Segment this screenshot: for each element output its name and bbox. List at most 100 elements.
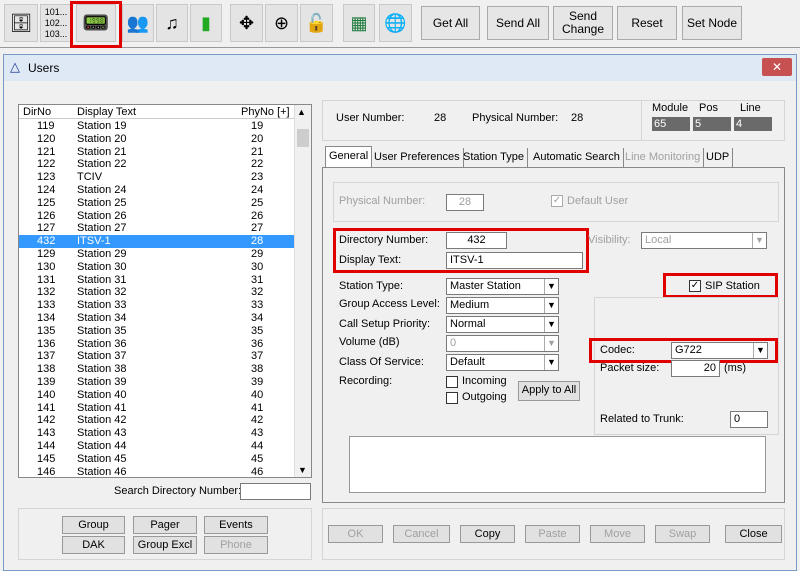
pager-device-icon[interactable]: ▮ xyxy=(190,4,222,42)
list-item[interactable]: 145 Station 45 45 xyxy=(19,453,295,466)
list-item[interactable]: 144 Station 44 44 xyxy=(19,440,295,453)
get-all-button[interactable]: Get All xyxy=(421,6,480,40)
phyno-cell: 44 xyxy=(251,440,264,452)
list-item[interactable]: 123 TCIV 23 xyxy=(19,171,295,184)
user-list[interactable]: DirNo Display Text PhyNo [+] 119 Station … xyxy=(18,104,312,478)
dirno-cell: 121 xyxy=(37,145,56,158)
station-type-select[interactable]: Master Station ▼ xyxy=(446,278,559,295)
scroll-thumb[interactable] xyxy=(297,129,309,147)
list-item[interactable]: 134 Station 34 34 xyxy=(19,312,295,325)
list-item[interactable]: 141 Station 41 41 xyxy=(19,402,295,415)
tab-user-preferences[interactable]: User Preferences xyxy=(371,148,464,167)
scrollbar[interactable]: ▲ ▼ xyxy=(294,105,311,477)
pager-button[interactable]: Pager xyxy=(133,516,197,534)
set-node-button[interactable]: Set Node xyxy=(682,6,742,40)
swap-button[interactable]: Swap xyxy=(655,525,710,543)
lock-icon[interactable]: 🔓 xyxy=(300,4,333,42)
list-item[interactable]: 142 Station 42 42 xyxy=(19,414,295,427)
list-item[interactable]: 133 Station 33 33 xyxy=(19,299,295,312)
list-item[interactable]: 127 Station 27 27 xyxy=(19,222,295,235)
sip-highlight xyxy=(663,273,778,298)
scroll-up-icon[interactable]: ▲ xyxy=(297,107,306,117)
list-item[interactable]: 119 Station 19 19 xyxy=(19,120,295,133)
group-excl-button[interactable]: Group Excl xyxy=(133,536,197,554)
close-icon[interactable]: ✕ xyxy=(762,58,792,76)
server-icon[interactable]: 🗄 xyxy=(4,4,38,42)
call-setup-select[interactable]: Normal ▼ xyxy=(446,316,559,333)
list-item[interactable]: 132 Station 32 32 xyxy=(19,286,295,299)
send-change-button[interactable]: Send Change xyxy=(553,6,613,40)
list-item[interactable]: 126 Station 26 26 xyxy=(19,210,295,223)
phyno-cell: 25 xyxy=(251,196,264,209)
paste-button[interactable]: Paste xyxy=(525,525,580,543)
group-access-select[interactable]: Medium ▼ xyxy=(446,297,559,314)
dirno-cell: 132 xyxy=(37,286,56,299)
list-item[interactable]: 136 Station 36 36 xyxy=(19,338,295,351)
list-item[interactable]: 137 Station 37 37 xyxy=(19,350,295,363)
list-item[interactable]: 125 Station 25 25 xyxy=(19,197,295,210)
list-item[interactable]: 432 ITSV-1 28 xyxy=(19,235,295,249)
ok-button[interactable]: OK xyxy=(328,525,383,543)
move-button[interactable]: Move xyxy=(590,525,645,543)
apply-to-all-button[interactable]: Apply to All xyxy=(518,381,580,401)
dirno-cell: 122 xyxy=(37,158,56,171)
number-list-icon[interactable]: 101... 102... 103... xyxy=(40,4,72,42)
volume-select[interactable]: 0 ▼ xyxy=(446,335,559,352)
list-item[interactable]: 138 Station 38 38 xyxy=(19,363,295,376)
list-item[interactable]: 124 Station 24 24 xyxy=(19,184,295,197)
packet-size-input[interactable]: 20 xyxy=(671,360,720,377)
excel-icon[interactable]: ▦ xyxy=(343,4,375,42)
list-item[interactable]: 130 Station 30 30 xyxy=(19,261,295,274)
pos-label: Pos xyxy=(699,102,718,114)
music-icon[interactable]: ♫ xyxy=(156,4,188,42)
phone-button[interactable]: Phone xyxy=(204,536,268,554)
list-item[interactable]: 146 Station 46 46 xyxy=(19,466,295,477)
tab-station-type[interactable]: Station Type xyxy=(460,148,528,167)
search-directory-input[interactable] xyxy=(240,483,311,500)
list-item[interactable]: 122 Station 22 22 xyxy=(19,158,295,171)
outgoing-checkbox[interactable] xyxy=(446,392,458,404)
group-icon[interactable]: 👥 xyxy=(122,4,154,42)
group-button[interactable]: Group xyxy=(62,516,125,534)
display-text-cell: Station 43 xyxy=(77,427,127,440)
tab-udp[interactable]: UDP xyxy=(703,148,734,167)
tab-line-monitoring[interactable]: Line Monitoring xyxy=(622,148,705,167)
notes-textarea[interactable] xyxy=(349,436,766,493)
cos-select[interactable]: Default ▼ xyxy=(446,354,559,371)
list-item[interactable]: 121 Station 21 21 xyxy=(19,146,295,159)
column-header-phyno[interactable]: PhyNo [+] xyxy=(241,106,290,119)
volume-label: Volume (dB) xyxy=(339,336,400,348)
default-user-checkbox[interactable]: ✓ xyxy=(551,195,563,207)
list-item[interactable]: 131 Station 31 31 xyxy=(19,274,295,287)
globe-icon[interactable]: 🌐 xyxy=(379,4,412,42)
close-button[interactable]: Close xyxy=(725,525,782,543)
list-item[interactable]: 143 Station 43 43 xyxy=(19,427,295,440)
scroll-down-icon[interactable]: ▼ xyxy=(298,465,307,475)
column-header-display-text[interactable]: Display Text xyxy=(77,106,136,119)
list-item[interactable]: 135 Station 35 35 xyxy=(19,325,295,338)
events-button[interactable]: Events xyxy=(204,516,268,534)
dak-button[interactable]: DAK xyxy=(62,536,125,554)
list-item[interactable]: 129 Station 29 29 xyxy=(19,248,295,261)
list-item[interactable]: 140 Station 40 40 xyxy=(19,389,295,402)
pos-value: 5 xyxy=(693,117,731,131)
network-expand-icon[interactable]: ✥ xyxy=(230,4,263,42)
dirno-cell: 133 xyxy=(37,299,56,312)
list-item[interactable]: 120 Station 20 20 xyxy=(19,133,295,146)
incoming-checkbox[interactable] xyxy=(446,376,458,388)
node-icon[interactable]: ⊕ xyxy=(265,4,298,42)
physical-number-field[interactable]: 28 xyxy=(446,194,484,211)
column-header-dirno[interactable]: DirNo xyxy=(23,106,51,119)
copy-button[interactable]: Copy xyxy=(460,525,515,543)
tab-general[interactable]: General xyxy=(325,146,373,167)
dirno-cell: 135 xyxy=(37,324,56,337)
reset-button[interactable]: Reset xyxy=(617,6,677,40)
tab-automatic-search[interactable]: Automatic Search xyxy=(530,148,624,167)
trunk-input[interactable]: 0 xyxy=(730,411,768,428)
list-item[interactable]: 139 Station 39 39 xyxy=(19,376,295,389)
dirno-cell: 119 xyxy=(37,120,55,132)
visibility-select[interactable]: Local ▼ xyxy=(641,232,767,249)
cancel-button[interactable]: Cancel xyxy=(393,525,450,543)
send-all-button[interactable]: Send All xyxy=(487,6,549,40)
dirno-cell: 126 xyxy=(37,209,56,222)
